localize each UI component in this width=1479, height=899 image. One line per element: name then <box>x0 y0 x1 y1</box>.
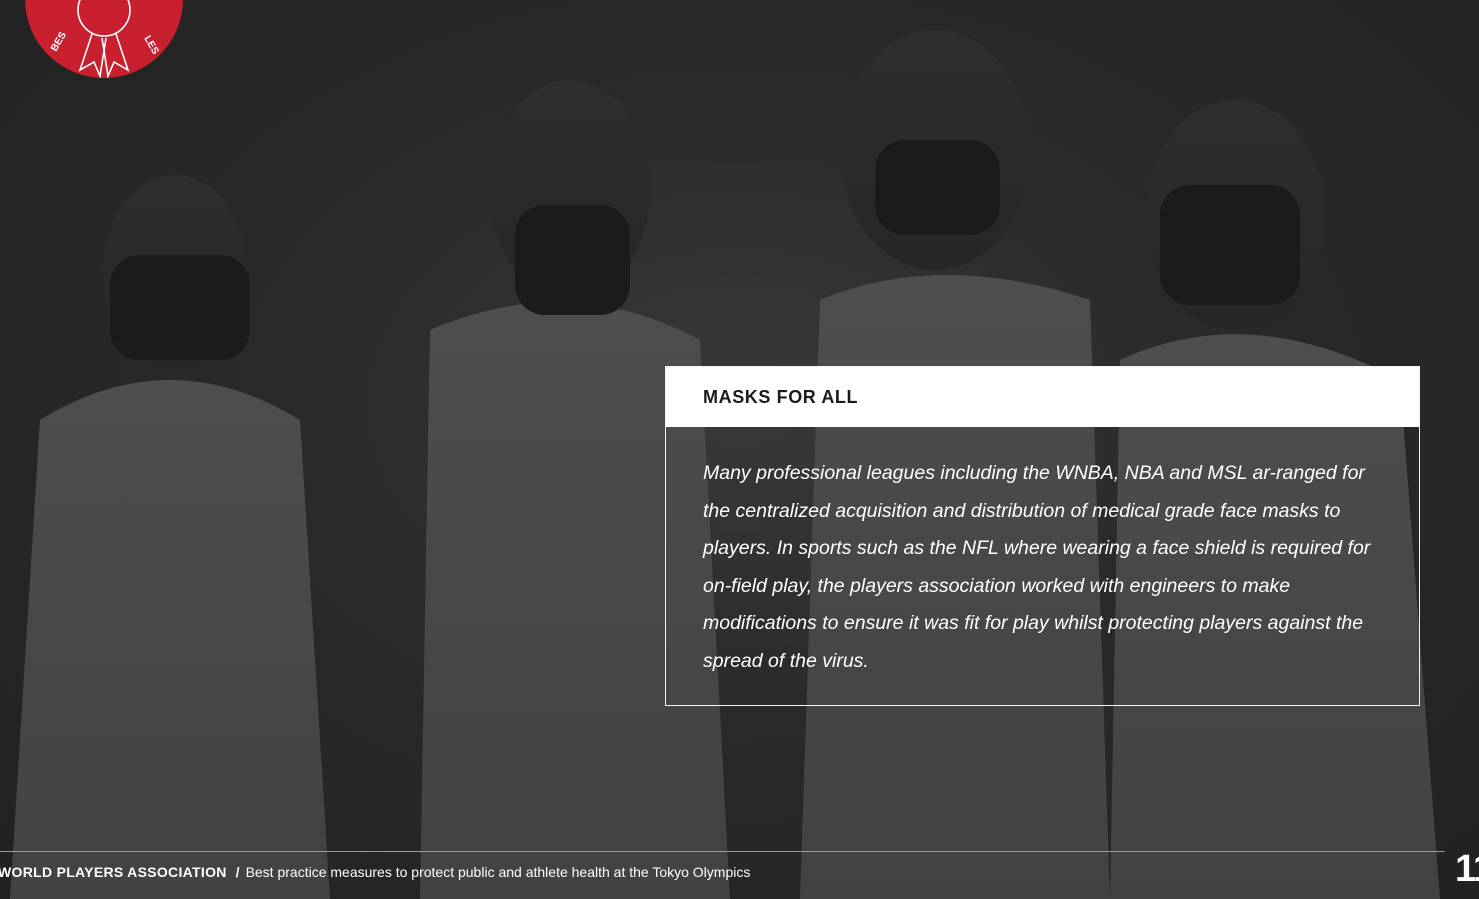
callout-title: MASKS FOR ALL <box>666 367 1419 427</box>
footer-separator: / <box>235 864 240 880</box>
page-number: 11 <box>1455 848 1479 890</box>
footer: WORLD PLAYERS ASSOCIATION / Best practice … <box>0 864 750 880</box>
footer-divider <box>0 851 1445 852</box>
footer-description: Best practice measures to protect public… <box>245 864 751 880</box>
footer-org-name: WORLD PLAYERS ASSOCIATION <box>0 864 227 880</box>
document-page: BES LES MASKS FOR ALL Many professional … <box>0 0 1479 899</box>
badge-circle <box>25 0 183 78</box>
callout-body-text: Many professional leagues including the … <box>703 462 1371 672</box>
best-practices-badge: BES LES <box>20 0 188 79</box>
masks-callout-box: MASKS FOR ALL Many professional leagues … <box>665 366 1420 706</box>
